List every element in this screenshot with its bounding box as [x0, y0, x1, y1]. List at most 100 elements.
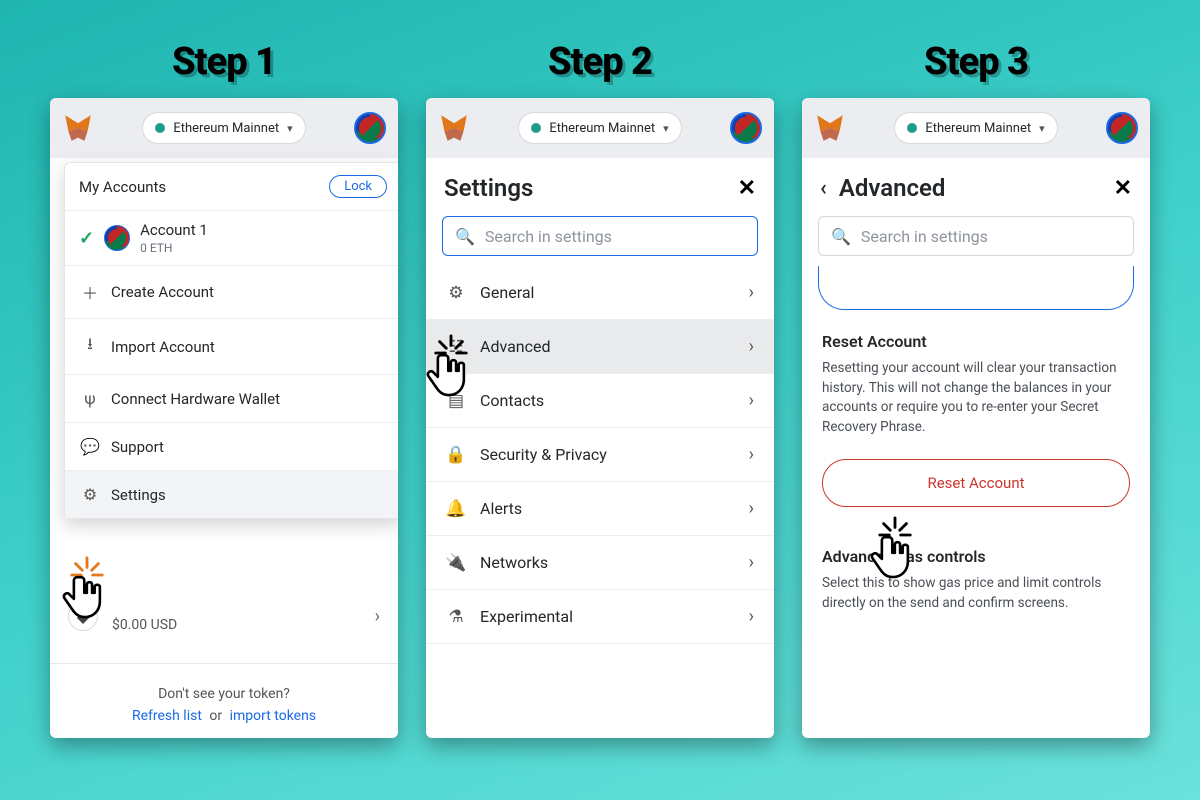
- sliders-icon: ☷: [446, 337, 466, 357]
- close-icon[interactable]: ✕: [1114, 176, 1132, 201]
- menu-label: Import Account: [111, 338, 215, 356]
- assets-underlay: ◆ $0.00 USD › Don't see your token? Refr…: [50, 591, 398, 738]
- chevron-down-icon: ▾: [1039, 122, 1045, 135]
- lock-icon: 🔒: [446, 445, 466, 465]
- download-icon: ⭳: [81, 333, 99, 360]
- row-label: Networks: [480, 553, 548, 572]
- menu-import-account[interactable]: ⭳ Import Account: [65, 319, 398, 375]
- bell-icon: 🔔: [446, 499, 466, 519]
- row-label: Advanced: [480, 337, 551, 356]
- search-placeholder: Search in settings: [485, 227, 612, 246]
- top-bar: Ethereum Mainnet ▾: [802, 98, 1150, 158]
- refresh-list-link[interactable]: Refresh list: [132, 708, 202, 724]
- search-icon: 🔍: [831, 227, 851, 246]
- close-icon[interactable]: ✕: [738, 176, 756, 201]
- account-avatar-small: [104, 225, 130, 251]
- asset-usd: $0.00 USD: [112, 617, 177, 633]
- search-placeholder: Search in settings: [861, 227, 988, 246]
- settings-title: Settings: [444, 174, 533, 202]
- settings-list: ⚙ General › ☷ Advanced › ▤ Contacts › 🔒 Securit…: [426, 266, 774, 644]
- contacts-icon: ▤: [446, 391, 466, 411]
- metamask-fox-icon: [814, 112, 846, 144]
- menu-label: Support: [111, 438, 164, 456]
- chevron-right-icon: ›: [749, 282, 754, 303]
- settings-row-contacts[interactable]: ▤ Contacts ›: [426, 374, 774, 428]
- settings-row-alerts[interactable]: 🔔 Alerts ›: [426, 482, 774, 536]
- step-1-title: Step 1: [172, 40, 276, 84]
- check-icon: ✓: [79, 228, 94, 249]
- row-label: Alerts: [480, 499, 522, 518]
- account-avatar[interactable]: [1106, 112, 1138, 144]
- reset-button-label: Reset Account: [927, 474, 1024, 492]
- metamask-fox-icon: [438, 112, 470, 144]
- usb-icon: ψ: [81, 389, 99, 408]
- reset-account-button[interactable]: Reset Account: [822, 459, 1130, 507]
- wallet-screen-accounts: Ethereum Mainnet▾ ◆ $0.00 USD › Don't se…: [50, 98, 398, 738]
- partial-button-cutoff: [818, 266, 1134, 310]
- account-balance: 0 ETH: [140, 241, 208, 255]
- chevron-right-icon: ›: [749, 552, 754, 573]
- settings-row-experimental[interactable]: ⚗Experimental›: [426, 590, 774, 644]
- chevron-right-icon: ›: [749, 444, 754, 465]
- reset-body: Resetting your account will clear your t…: [822, 359, 1130, 437]
- row-label: General: [480, 283, 534, 302]
- gas-body: Select this to show gas price and limit …: [822, 574, 1130, 613]
- gear-icon: ⚙: [81, 485, 99, 504]
- row-label: Contacts: [480, 391, 544, 410]
- gas-heading: Advanced gas controls: [822, 547, 1130, 566]
- chevron-down-icon: ▾: [287, 122, 293, 135]
- settings-search[interactable]: 🔍 Search in settings: [442, 216, 758, 256]
- accounts-title: My Accounts: [79, 178, 166, 196]
- ethereum-icon: ◆: [68, 601, 98, 631]
- row-label: Security & Privacy: [480, 445, 607, 464]
- network-dot-icon: [531, 123, 541, 133]
- or-text: or: [209, 708, 222, 724]
- menu-connect-hardware[interactable]: ψ Connect Hardware Wallet: [65, 375, 398, 423]
- settings-row-networks[interactable]: 🔌 Networks ›: [426, 536, 774, 590]
- account-name: Account 1: [140, 221, 208, 239]
- accounts-dropdown: My Accounts Lock ✓ Account 1 0 ETH ＋ Crea…: [64, 162, 398, 519]
- account-row[interactable]: ✓ Account 1 0 ETH: [65, 211, 398, 266]
- network-selector[interactable]: Ethereum Mainnet ▾: [518, 112, 681, 144]
- plus-icon: ＋: [81, 280, 99, 304]
- settings-row-general[interactable]: ⚙ General ›: [426, 266, 774, 320]
- menu-label: Connect Hardware Wallet: [111, 390, 280, 408]
- gear-icon: ⚙: [446, 283, 466, 303]
- network-label: Ethereum Mainnet: [549, 121, 655, 136]
- plug-icon: 🔌: [446, 553, 466, 573]
- settings-row-security[interactable]: 🔒 Security & Privacy ›: [426, 428, 774, 482]
- chat-icon: 💬: [81, 437, 99, 456]
- settings-row-advanced[interactable]: ☷ Advanced ›: [426, 320, 774, 374]
- back-icon[interactable]: ‹: [820, 176, 827, 201]
- network-selector[interactable]: Ethereum Mainnet ▾: [894, 112, 1057, 144]
- lock-button[interactable]: Lock: [329, 175, 387, 198]
- settings-search[interactable]: 🔍 Search in settings: [818, 216, 1134, 256]
- chevron-down-icon: ▾: [663, 122, 669, 135]
- advanced-title: Advanced: [839, 174, 946, 202]
- chevron-right-icon: ›: [749, 390, 754, 411]
- search-icon: 🔍: [455, 227, 475, 246]
- account-avatar[interactable]: [730, 112, 762, 144]
- chevron-right-icon: ›: [749, 336, 754, 357]
- menu-create-account[interactable]: ＋ Create Account: [65, 266, 398, 319]
- network-dot-icon: [907, 123, 917, 133]
- metamask-fox-icon: [62, 112, 94, 144]
- reset-heading: Reset Account: [822, 332, 1130, 351]
- menu-support[interactable]: 💬 Support: [65, 423, 398, 471]
- flask-icon: ⚗: [446, 607, 466, 627]
- account-avatar[interactable]: [354, 112, 386, 144]
- menu-settings[interactable]: ⚙Settings: [65, 471, 398, 518]
- network-label: Ethereum Mainnet: [925, 121, 1031, 136]
- menu-label: Create Account: [111, 283, 214, 301]
- row-label: Experimental: [480, 607, 573, 626]
- asset-row-eth[interactable]: ◆ $0.00 USD ›: [68, 591, 380, 643]
- wallet-screen-advanced: Ethereum Mainnet ▾ ‹ Advanced ✕ 🔍 Search i…: [802, 98, 1150, 738]
- wallet-screen-settings: Ethereum Mainnet ▾ Settings ✕ 🔍 Search in…: [426, 98, 774, 738]
- network-dot-icon: [155, 123, 165, 133]
- token-hint: Don't see your token?: [68, 686, 380, 702]
- chevron-right-icon: ›: [749, 498, 754, 519]
- top-bar: Ethereum Mainnet▾: [50, 98, 398, 158]
- import-tokens-link[interactable]: import tokens: [230, 708, 316, 724]
- network-selector[interactable]: Ethereum Mainnet▾: [142, 112, 305, 144]
- step-2-title: Step 2: [548, 40, 652, 84]
